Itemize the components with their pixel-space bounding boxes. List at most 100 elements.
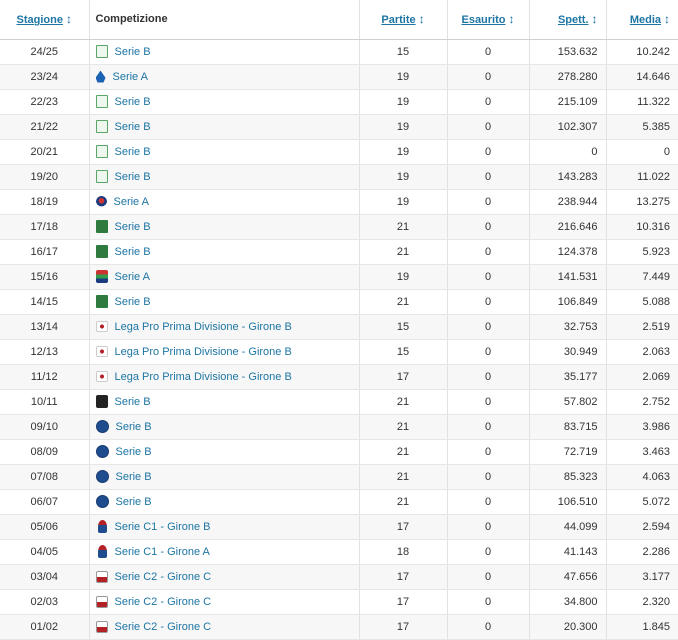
matches-cell: 19 (359, 139, 448, 165)
serie-b-logo-icon[interactable] (95, 245, 108, 258)
competition-link[interactable]: Serie A (115, 271, 150, 283)
average-cell: 2.286 (606, 539, 678, 565)
lega-pro-logo-icon[interactable] (95, 346, 108, 357)
season-cell: 09/10 (0, 414, 90, 440)
matches-cell: 21 (359, 389, 448, 415)
competition-link[interactable]: Serie B (115, 96, 151, 108)
competition-link[interactable]: Serie B (115, 396, 151, 408)
competition-link[interactable]: Serie B (115, 121, 151, 133)
serie-c2-logo-icon[interactable] (95, 570, 108, 583)
average-cell: 3.986 (606, 414, 678, 440)
competition-link[interactable]: Serie B (116, 471, 152, 483)
competition-link[interactable]: Serie B (116, 496, 152, 508)
lega-pro-logo-icon[interactable] (95, 371, 108, 382)
season-cell: 14/15 (0, 289, 90, 315)
serie-b-logo-icon[interactable] (95, 145, 108, 158)
spectators-cell: 47.656 (529, 564, 607, 590)
serie-b-ball-logo-icon[interactable] (95, 445, 109, 458)
competition-wrapper: Serie B (95, 420, 353, 433)
serie-b-logo-icon[interactable] (95, 170, 108, 183)
competition-link[interactable]: Serie C1 - Girone A (115, 546, 210, 558)
sort-arrow-icon: ↕ (65, 12, 72, 27)
spectators-cell: 153.632 (529, 39, 607, 65)
matches-cell: 21 (359, 464, 448, 490)
serie-b-logo-icon[interactable] (95, 295, 108, 308)
sold-out-cell: 0 (447, 389, 530, 415)
serie-c1-logo-icon[interactable] (97, 545, 107, 558)
serie-b-ball-logo-icon[interactable] (95, 470, 109, 483)
competition-cell: Serie B (89, 139, 360, 165)
spectators-cell: 85.323 (529, 464, 607, 490)
competition-link[interactable]: Serie B (115, 296, 151, 308)
competition-link[interactable]: Serie B (115, 146, 151, 158)
competition-link[interactable]: Serie B (115, 246, 151, 258)
matches-cell: 15 (359, 314, 448, 340)
header-competizione: Competizione (89, 0, 360, 40)
average-cell: 2.752 (606, 389, 678, 415)
spectators-cell: 238.944 (529, 189, 607, 215)
competition-link[interactable]: Serie B (116, 421, 152, 433)
serie-b-logo-icon[interactable] (95, 220, 108, 233)
table-row: 10/11 Serie B 21 0 57.802 2.752 (0, 389, 678, 415)
competition-link[interactable]: Serie A (114, 196, 149, 208)
matches-cell: 21 (359, 414, 448, 440)
sort-arrow-icon: ↕ (508, 12, 515, 27)
competition-wrapper: Serie B (95, 95, 353, 108)
competition-link[interactable]: Lega Pro Prima Divisione - Girone B (115, 321, 292, 333)
serie-c1-logo-icon[interactable] (97, 520, 107, 533)
competition-link[interactable]: Serie B (115, 171, 151, 183)
competition-link[interactable]: Serie C2 - Girone C (115, 596, 212, 608)
competition-link[interactable]: Serie A (113, 71, 148, 83)
competition-wrapper: Serie B (95, 220, 353, 233)
serie-b-logo-icon[interactable] (95, 45, 108, 58)
spectators-cell: 106.510 (529, 489, 607, 515)
sort-header-esaurito[interactable]: Esaurito ↕ (447, 0, 530, 40)
competition-cell: Serie B (89, 89, 360, 115)
season-cell: 08/09 (0, 439, 90, 465)
sort-header-media[interactable]: Media ↕ (606, 0, 678, 40)
average-cell: 7.449 (606, 264, 678, 290)
serie-a-logo-icon[interactable] (95, 270, 108, 283)
competition-link[interactable]: Serie C2 - Girone C (115, 571, 212, 583)
season-cell: 18/19 (0, 189, 90, 215)
competition-link[interactable]: Serie B (115, 46, 151, 58)
serie-b-ball-logo-icon[interactable] (95, 495, 109, 508)
competition-link[interactable]: Serie C2 - Girone C (115, 621, 212, 633)
sold-out-cell: 0 (447, 64, 530, 90)
sold-out-cell: 0 (447, 439, 530, 465)
table-header-row: Stagione ↕ Competizione Partite ↕ Esaurito… (0, 0, 678, 40)
sold-out-cell: 0 (447, 139, 530, 165)
season-cell: 03/04 (0, 564, 90, 590)
serie-b-logo-icon[interactable] (95, 395, 108, 408)
competition-link[interactable]: Serie B (116, 446, 152, 458)
serie-c2-logo-icon[interactable] (95, 595, 108, 608)
competition-link[interactable]: Lega Pro Prima Divisione - Girone B (115, 371, 292, 383)
competition-link[interactable]: Serie B (115, 221, 151, 233)
competition-wrapper: Serie C1 - Girone A (96, 545, 353, 558)
spectators-cell: 141.531 (529, 264, 607, 290)
competition-wrapper: Serie B (95, 45, 353, 58)
serie-c2-logo-icon[interactable] (95, 620, 108, 633)
sold-out-cell: 0 (447, 314, 530, 340)
matches-cell: 17 (359, 364, 448, 390)
serie-b-ball-logo-icon[interactable] (95, 420, 109, 433)
competition-cell: Serie A (89, 64, 360, 90)
average-cell: 5.088 (606, 289, 678, 315)
serie-b-logo-icon[interactable] (95, 120, 108, 133)
sort-header-stagione[interactable]: Stagione ↕ (0, 0, 90, 40)
competition-link[interactable]: Lega Pro Prima Divisione - Girone B (115, 346, 292, 358)
serie-a-logo-icon[interactable] (95, 70, 106, 83)
competition-link[interactable]: Serie C1 - Girone B (115, 521, 211, 533)
average-cell: 2.320 (606, 589, 678, 615)
serie-b-logo-icon[interactable] (95, 95, 108, 108)
lega-pro-logo-icon[interactable] (95, 321, 108, 332)
serie-a-logo-icon[interactable] (95, 195, 107, 208)
matches-cell: 21 (359, 239, 448, 265)
sort-header-spett[interactable]: Spett. ↕ (529, 0, 607, 40)
spectators-cell: 216.646 (529, 214, 607, 240)
table-body: 24/25 Serie B 15 0 153.632 10.242 23/24 Serie A… (0, 39, 678, 640)
sort-header-partite[interactable]: Partite ↕ (359, 0, 448, 40)
average-cell: 2.069 (606, 364, 678, 390)
spectators-cell: 143.283 (529, 164, 607, 190)
average-cell: 1.845 (606, 614, 678, 640)
